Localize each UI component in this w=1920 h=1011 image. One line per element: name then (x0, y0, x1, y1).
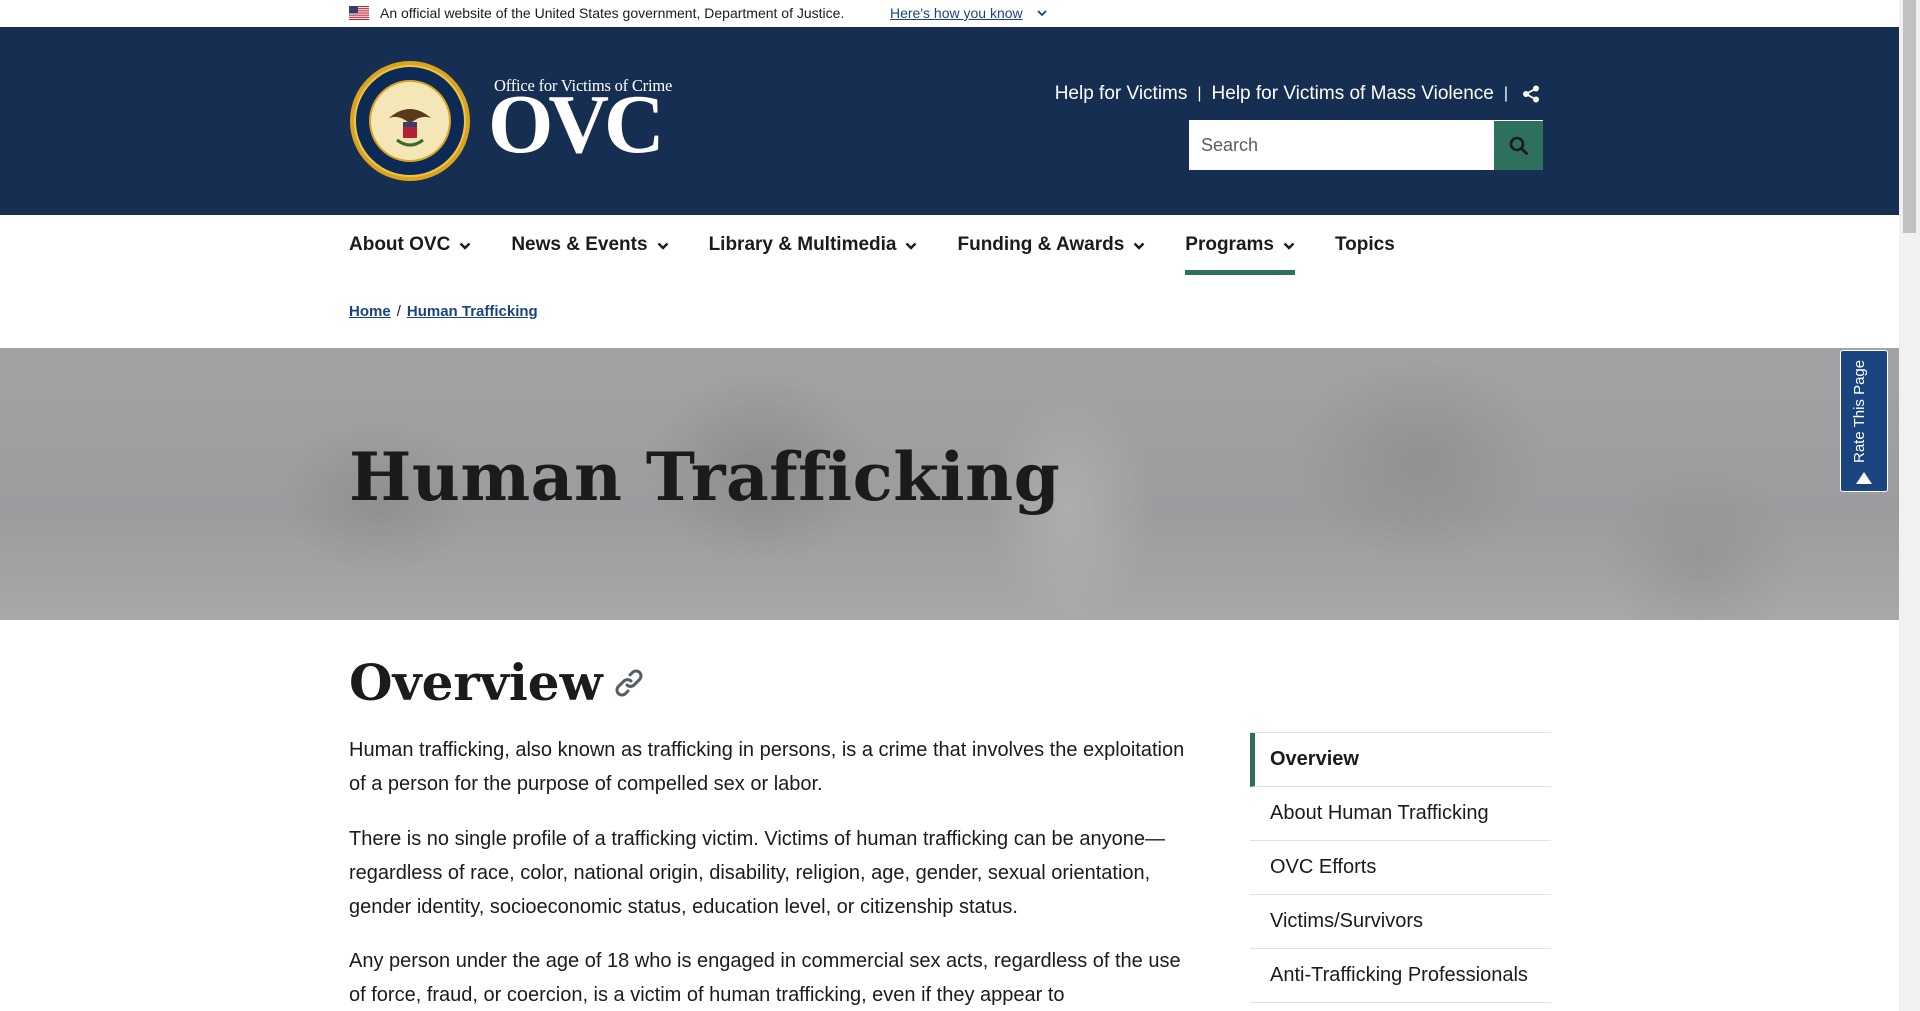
sidenav-item-about-human-trafficking[interactable]: About Human Trafficking (1250, 787, 1551, 841)
sidenav-item-overview[interactable]: Overview (1250, 733, 1551, 787)
nav-library-multimedia[interactable]: Library & Multimedia (709, 215, 918, 275)
nav-funding-awards[interactable]: Funding & Awards (957, 215, 1145, 275)
header-links: Help for Victims | Help for Victims of M… (1055, 83, 1540, 105)
search-form (1189, 120, 1543, 170)
rate-this-page-label: Rate This Page (1851, 359, 1868, 463)
chevron-down-icon[interactable] (1036, 8, 1048, 18)
link-icon[interactable] (612, 666, 646, 700)
chevron-down-icon (657, 242, 668, 250)
search-input[interactable] (1189, 120, 1479, 170)
scrollbar-thumb[interactable] (1903, 0, 1916, 233)
overview-paragraph-3: Any person under the age of 18 who is en… (349, 950, 1181, 1006)
header-separator: | (1503, 85, 1508, 102)
nav-news-events[interactable]: News & Events (511, 215, 668, 275)
chevron-down-icon (1283, 242, 1295, 250)
breadcrumb-home[interactable]: Home (349, 303, 391, 320)
nav-label: About OVC (349, 234, 451, 255)
nav-about-ovc[interactable]: About OVC (349, 215, 471, 275)
overview-paragraph-1: Human trafficking, also known as traffic… (349, 739, 1185, 795)
doj-seal-icon[interactable] (349, 60, 471, 182)
search-icon (1509, 136, 1528, 155)
search-button[interactable] (1494, 121, 1543, 170)
help-for-victims-mass-violence-link[interactable]: Help for Victims of Mass Violence (1212, 83, 1494, 105)
nav-label: Programs (1185, 234, 1274, 255)
sidenav-item-anti-trafficking-professionals[interactable]: Anti-Trafficking Professionals (1250, 949, 1551, 1003)
sidenav-item-victims-survivors[interactable]: Victims/Survivors (1250, 895, 1551, 949)
hero-banner: Human Trafficking (0, 348, 1899, 620)
arrow-up-icon (1856, 472, 1872, 484)
page-scrollbar[interactable] (1899, 0, 1920, 1011)
us-flag-icon (349, 6, 369, 20)
gov-banner-text: An official website of the United States… (380, 5, 845, 21)
share-icon[interactable] (1522, 85, 1540, 103)
gov-banner: An official website of the United States… (0, 0, 1899, 27)
header-separator: | (1197, 85, 1202, 102)
breadcrumb-human-trafficking[interactable]: Human Trafficking (407, 303, 538, 320)
nav-label: Library & Multimedia (708, 234, 897, 255)
breadcrumb-separator: / (396, 303, 401, 320)
chevron-down-icon (1133, 242, 1145, 250)
chevron-down-icon (906, 242, 917, 250)
help-for-victims-link[interactable]: Help for Victims (1055, 83, 1188, 105)
overview-heading: Overview (349, 653, 603, 712)
nav-topics[interactable]: Topics (1335, 215, 1395, 275)
chevron-down-icon (459, 242, 471, 250)
primary-nav: About OVC News & Events Library & Multim… (349, 215, 1435, 275)
nav-programs[interactable]: Programs (1185, 215, 1295, 275)
logo-ovc[interactable]: OVC (488, 83, 665, 167)
nav-label: News & Events (511, 234, 648, 255)
page-title: Human Trafficking (349, 438, 1061, 516)
page: An official website of the United States… (0, 0, 1899, 1011)
sidenav-item-ovc-efforts[interactable]: OVC Efforts (1250, 841, 1551, 895)
heres-how-you-know-link[interactable]: Here's how you know (890, 5, 1023, 21)
overview-paragraph-2: There is no single profile of a traffick… (349, 828, 1165, 918)
nav-label: Topics (1334, 234, 1395, 255)
breadcrumb: Home / Human Trafficking (349, 303, 538, 320)
site-header: Office for Victims of Crime OVC Help for… (0, 27, 1899, 215)
nav-label: Funding & Awards (957, 234, 1125, 255)
rate-this-page-button[interactable]: Rate This Page (1840, 350, 1888, 492)
side-nav: Overview About Human Trafficking OVC Eff… (1250, 732, 1551, 1003)
